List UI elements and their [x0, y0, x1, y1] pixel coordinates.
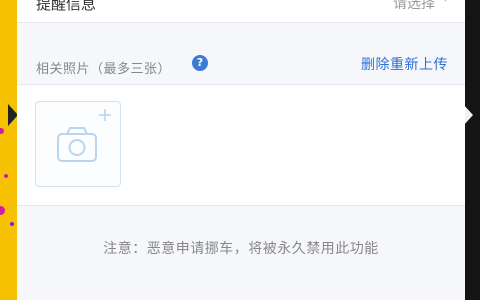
right-background-strip: [465, 0, 480, 300]
decorative-dot: [4, 174, 8, 178]
abuse-warning-notice: 注意：恶意申请挪车，将被永久禁用此功能: [103, 241, 379, 257]
reminder-select-row[interactable]: 提醒信息 请选择: [17, 0, 465, 23]
decorative-dot: [0, 206, 5, 215]
delete-reupload-link[interactable]: 删除重新上传: [361, 54, 448, 74]
camera-add-icon: [57, 109, 111, 162]
photo-section-header: 相关照片（最多三张） ? 删除重新上传: [17, 52, 465, 82]
decorative-dot: [0, 128, 4, 134]
photo-section-title: 相关照片（最多三张）: [36, 62, 172, 77]
decorative-dot: [10, 222, 14, 226]
form-panel: 提醒信息 请选择 相关照片（最多三张） ? 删除重新上传 注意：恶意申请挪车，将…: [17, 0, 465, 300]
reminder-value[interactable]: 请选择: [393, 0, 435, 13]
help-icon[interactable]: ?: [192, 55, 208, 71]
chevron-right-icon: [439, 0, 451, 2]
add-photo-button[interactable]: [35, 101, 121, 187]
photo-upload-area: [17, 84, 465, 206]
left-background-decoration: [0, 0, 17, 300]
reminder-label: 提醒信息: [36, 0, 97, 13]
